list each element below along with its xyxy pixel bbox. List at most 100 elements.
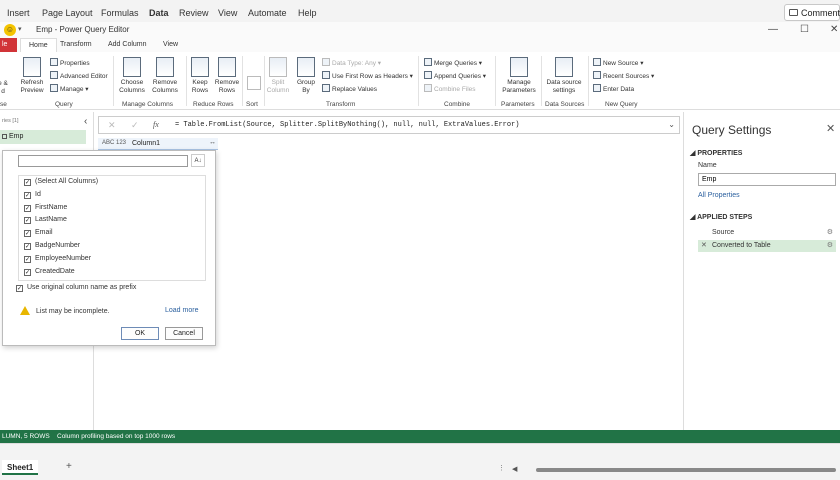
menu-data[interactable]: Data (149, 8, 169, 18)
step-label: Source (712, 229, 735, 236)
step-source[interactable]: Source ⚙ (698, 227, 836, 239)
column-header[interactable]: ABC 123 Column1 ↔ (98, 138, 218, 150)
menu-help[interactable]: Help (298, 8, 317, 18)
close-load-button[interactable]: e & d (0, 80, 10, 95)
step-converted-to-table[interactable]: ✕ Converted to Table ⚙ (698, 240, 836, 252)
load-more-link[interactable]: Load more (165, 307, 198, 314)
confirm-formula-icon[interactable]: ✓ (131, 120, 139, 131)
chevron-down-icon[interactable]: ▾ (18, 25, 22, 33)
data-type-dropdown[interactable]: Data Type: Any ▾ (322, 58, 381, 67)
remove-rows-button[interactable]: Remove Rows (213, 57, 241, 94)
checkbox-checked[interactable]: ✓ (24, 217, 31, 225)
cancel-button[interactable]: Cancel (165, 327, 203, 340)
manage-button[interactable]: Manage ▾ (50, 84, 89, 93)
ok-button[interactable]: OK (121, 327, 159, 340)
checkbox-checked[interactable]: ✓ (24, 204, 31, 212)
add-sheet-icon[interactable]: + (66, 461, 72, 472)
close-icon[interactable]: ✕ (826, 122, 835, 135)
menu-review[interactable]: Review (179, 8, 209, 18)
list-item[interactable]: ✓ FirstName (24, 204, 67, 212)
recent-sources-button[interactable]: Recent Sources ▾ (593, 71, 654, 80)
separator (418, 56, 419, 106)
close-window-icon[interactable]: ✕ (830, 24, 838, 35)
menu-insert[interactable]: Insert (7, 8, 30, 18)
cancel-formula-icon[interactable]: ✕ (108, 120, 116, 131)
smiley-icon[interactable]: ☺ (4, 24, 16, 36)
choose-columns-button[interactable]: Choose Columns (116, 57, 148, 94)
tab-home[interactable]: Home (20, 38, 57, 52)
gear-icon[interactable]: ⚙ (827, 241, 833, 249)
sheet-tab[interactable]: Sheet1 (2, 460, 38, 475)
query-item-emp[interactable]: Emp (0, 130, 86, 144)
prefix-label: Use original column name as prefix (27, 284, 137, 291)
transform-group-label: Transform (326, 101, 356, 108)
combine-files-label: Combine Files (434, 86, 476, 93)
all-properties-link[interactable]: All Properties (698, 192, 740, 199)
advanced-editor-button[interactable]: Advanced Editor (50, 71, 108, 80)
maximize-icon[interactable]: ☐ (800, 24, 809, 35)
list-item[interactable]: ✓ Email (24, 229, 53, 238)
tab-transform[interactable]: Transform (60, 41, 92, 48)
menu-automate[interactable]: Automate (248, 8, 287, 18)
horizontal-scrollbar[interactable] (536, 468, 836, 472)
data-source-settings-button[interactable]: Data source settings (543, 57, 585, 94)
checkbox-checked[interactable]: ✓ (24, 230, 31, 238)
query-item-label: Emp (9, 133, 24, 140)
properties-button[interactable]: Properties (50, 58, 90, 67)
list-item[interactable]: ✓ CreatedDate (24, 268, 75, 276)
status-columns-rows: LUMN, 5 ROWS (2, 433, 50, 440)
merge-queries-button[interactable]: Merge Queries ▾ (424, 58, 482, 67)
chevron-down-icon[interactable]: ⌄ (668, 120, 675, 129)
split-column-button[interactable]: Split Column (265, 57, 291, 94)
enter-data-button[interactable]: Enter Data (593, 84, 634, 93)
replace-values-button[interactable]: Replace Values (322, 84, 377, 93)
expand-column-icon[interactable]: ↔ (209, 139, 216, 146)
manage-parameters-button[interactable]: Manage Parameters (498, 57, 540, 94)
gear-icon[interactable]: ⚙ (827, 228, 833, 236)
use-first-row-button[interactable]: Use First Row as Headers ▾ (322, 71, 413, 80)
new-source-button[interactable]: New Source ▾ (593, 58, 643, 67)
comments-button[interactable]: Comments (784, 4, 840, 21)
remove-columns-button[interactable]: Remove Columns (148, 57, 182, 94)
prefix-option[interactable]: ✓ Use original column name as prefix (16, 284, 136, 292)
tab-add-column[interactable]: Add Column (108, 41, 147, 48)
query-name-input[interactable] (698, 173, 836, 186)
prefix-checkbox[interactable]: ✓ (16, 285, 23, 292)
formula-bar[interactable]: ✕ ✓ fx = Table.FromList(Source, Splitter… (98, 116, 680, 134)
list-item[interactable]: ✓ BadgeNumber (24, 242, 80, 250)
list-item[interactable]: ✓ EmployeeNumber (24, 255, 91, 263)
tab-view[interactable]: View (163, 41, 178, 48)
more-options-icon[interactable]: ⋮ (498, 464, 505, 472)
excel-menu-bar: Insert Page Layout Formulas Data Review … (0, 0, 840, 22)
combine-files-button[interactable]: Combine Files (424, 84, 476, 93)
delete-step-icon[interactable]: ✕ (701, 241, 707, 249)
sort-icon[interactable] (247, 76, 261, 90)
checkbox-checked[interactable]: ✓ (24, 243, 31, 250)
list-item[interactable]: ✓ (Select All Columns) (24, 178, 98, 186)
refresh-preview-label: Refresh Preview (20, 79, 44, 94)
menu-formulas[interactable]: Formulas (101, 8, 139, 18)
list-item[interactable]: ✓ Id (24, 191, 41, 199)
keep-rows-button[interactable]: Keep Rows (188, 57, 212, 94)
list-item[interactable]: ✓ LastName (24, 216, 67, 225)
menu-page-layout[interactable]: Page Layout (42, 8, 93, 18)
collapse-pane-icon[interactable]: ‹ (84, 116, 87, 127)
refresh-preview-button[interactable]: Refresh Preview (16, 57, 48, 94)
status-profiling[interactable]: Column profiling based on top 1000 rows (57, 433, 175, 440)
formula-text[interactable]: = Table.FromList(Source, Splitter.SplitB… (175, 121, 519, 129)
query-settings-pane: Query Settings ✕ ◢ PROPERTIES Name All P… (683, 112, 840, 430)
tab-file[interactable]: le (0, 38, 17, 52)
column-type-icon[interactable]: ABC 123 (102, 140, 126, 146)
warning-icon (20, 306, 30, 315)
checkbox-checked[interactable]: ✓ (24, 179, 31, 186)
group-by-button[interactable]: Group By (294, 57, 318, 94)
sort-az-icon[interactable]: A↓ (191, 154, 205, 167)
checkbox-checked[interactable]: ✓ (24, 268, 31, 276)
append-queries-button[interactable]: Append Queries ▾ (424, 71, 486, 80)
search-columns-input[interactable] (18, 155, 188, 167)
scroll-left-icon[interactable]: ◀ (512, 465, 517, 473)
minimize-icon[interactable]: — (768, 24, 778, 35)
checkbox-checked[interactable]: ✓ (24, 191, 31, 199)
menu-view[interactable]: View (218, 8, 237, 18)
checkbox-checked[interactable]: ✓ (24, 255, 31, 263)
